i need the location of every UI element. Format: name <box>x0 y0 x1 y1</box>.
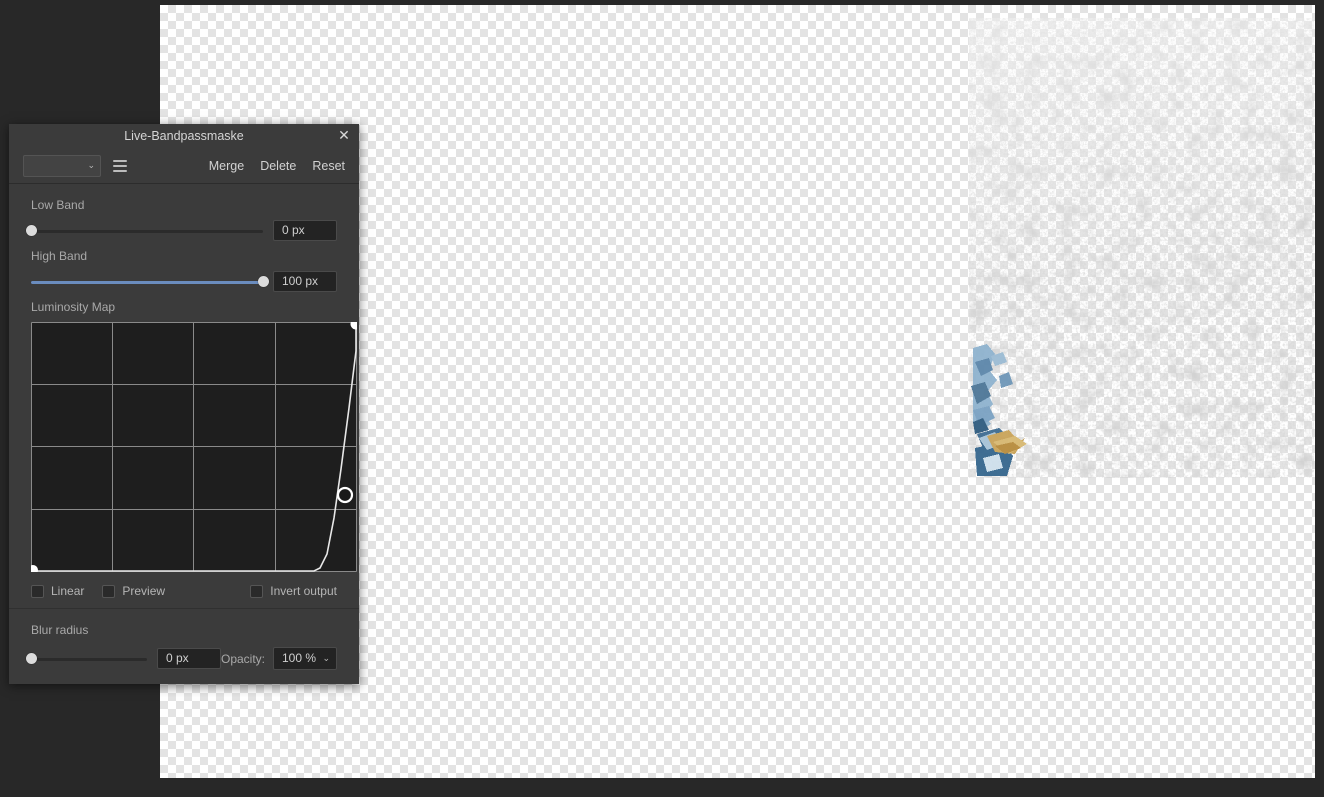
hamburger-icon[interactable] <box>113 159 127 173</box>
high-band-label: High Band <box>31 249 88 263</box>
masked-image-layer <box>969 18 1314 478</box>
linear-checkbox-box <box>31 584 44 598</box>
opacity-value: 100 % <box>282 651 317 665</box>
high-band-fill <box>31 280 263 284</box>
low-band-row: 0 px <box>26 220 337 241</box>
blur-radius-value[interactable]: 0 px <box>156 648 221 669</box>
high-band-value[interactable]: 100 px <box>273 271 337 292</box>
chevron-down-icon: ⌄ <box>322 653 330 663</box>
low-band-track <box>31 229 263 233</box>
opacity-select[interactable]: 100 % ⌄ <box>273 647 337 670</box>
linear-label: Linear <box>51 584 85 598</box>
high-band-knob[interactable] <box>258 275 269 287</box>
luminosity-curve-wrap <box>31 322 357 572</box>
blur-radius-knob[interactable] <box>26 652 37 664</box>
merge-button[interactable]: Merge <box>209 159 244 173</box>
low-band-label: Low Band <box>31 198 85 212</box>
bandpass-masked-photo <box>969 18 1314 478</box>
preview-checkbox-box <box>102 584 116 598</box>
invert-output-checkbox[interactable]: Invert output <box>250 584 337 598</box>
bands-section: Low Band 0 px High Band 100 px Luminosit <box>9 184 359 576</box>
linear-checkbox[interactable]: Linear <box>31 584 84 598</box>
panel-title: Live-Bandpassmaske <box>124 129 244 143</box>
close-icon[interactable]: ✕ <box>333 124 355 148</box>
chevron-down-icon: ⌄ <box>87 159 95 170</box>
panel-titlebar[interactable]: Live-Bandpassmaske ✕ <box>9 124 359 148</box>
invert-output-label: Invert output <box>270 584 337 598</box>
blur-radius-label: Blur radius <box>31 623 89 637</box>
curve-options-row: Linear Preview Invert output <box>9 576 359 609</box>
low-band-value[interactable]: 0 px <box>273 220 337 241</box>
toolbar-actions: Merge Delete Reset <box>209 159 345 173</box>
low-band-slider[interactable] <box>26 224 263 238</box>
high-band-row: 100 px <box>31 271 337 292</box>
blur-radius-track <box>31 657 147 661</box>
preview-checkbox[interactable]: Preview <box>102 584 165 598</box>
preview-label: Preview <box>122 584 166 598</box>
invert-output-checkbox-box <box>250 584 264 598</box>
panel-toolbar: ⌄ Merge Delete Reset <box>9 148 359 184</box>
preset-select[interactable]: ⌄ <box>23 154 101 177</box>
bandpass-mask-panel: Live-Bandpassmaske ✕ ⌄ Merge Delete Rese… <box>9 124 359 684</box>
curve-point-mid[interactable] <box>336 486 354 504</box>
low-band-knob[interactable] <box>26 224 37 236</box>
blur-row: 0 px Opacity: 100 % ⌄ <box>26 647 337 670</box>
blur-section: Blur radius 0 px Opacity: 100 % ⌄ <box>9 609 359 684</box>
luminosity-curve[interactable] <box>31 322 357 572</box>
reset-button[interactable]: Reset <box>312 159 345 173</box>
delete-button[interactable]: Delete <box>260 159 296 173</box>
high-band-slider[interactable] <box>31 275 269 289</box>
opacity-label: Opacity: <box>220 651 265 666</box>
blur-radius-slider[interactable] <box>26 652 147 666</box>
luminosity-map-label: Luminosity Map <box>31 300 116 314</box>
app-root: Live-Bandpassmaske ✕ ⌄ Merge Delete Rese… <box>0 0 1324 797</box>
